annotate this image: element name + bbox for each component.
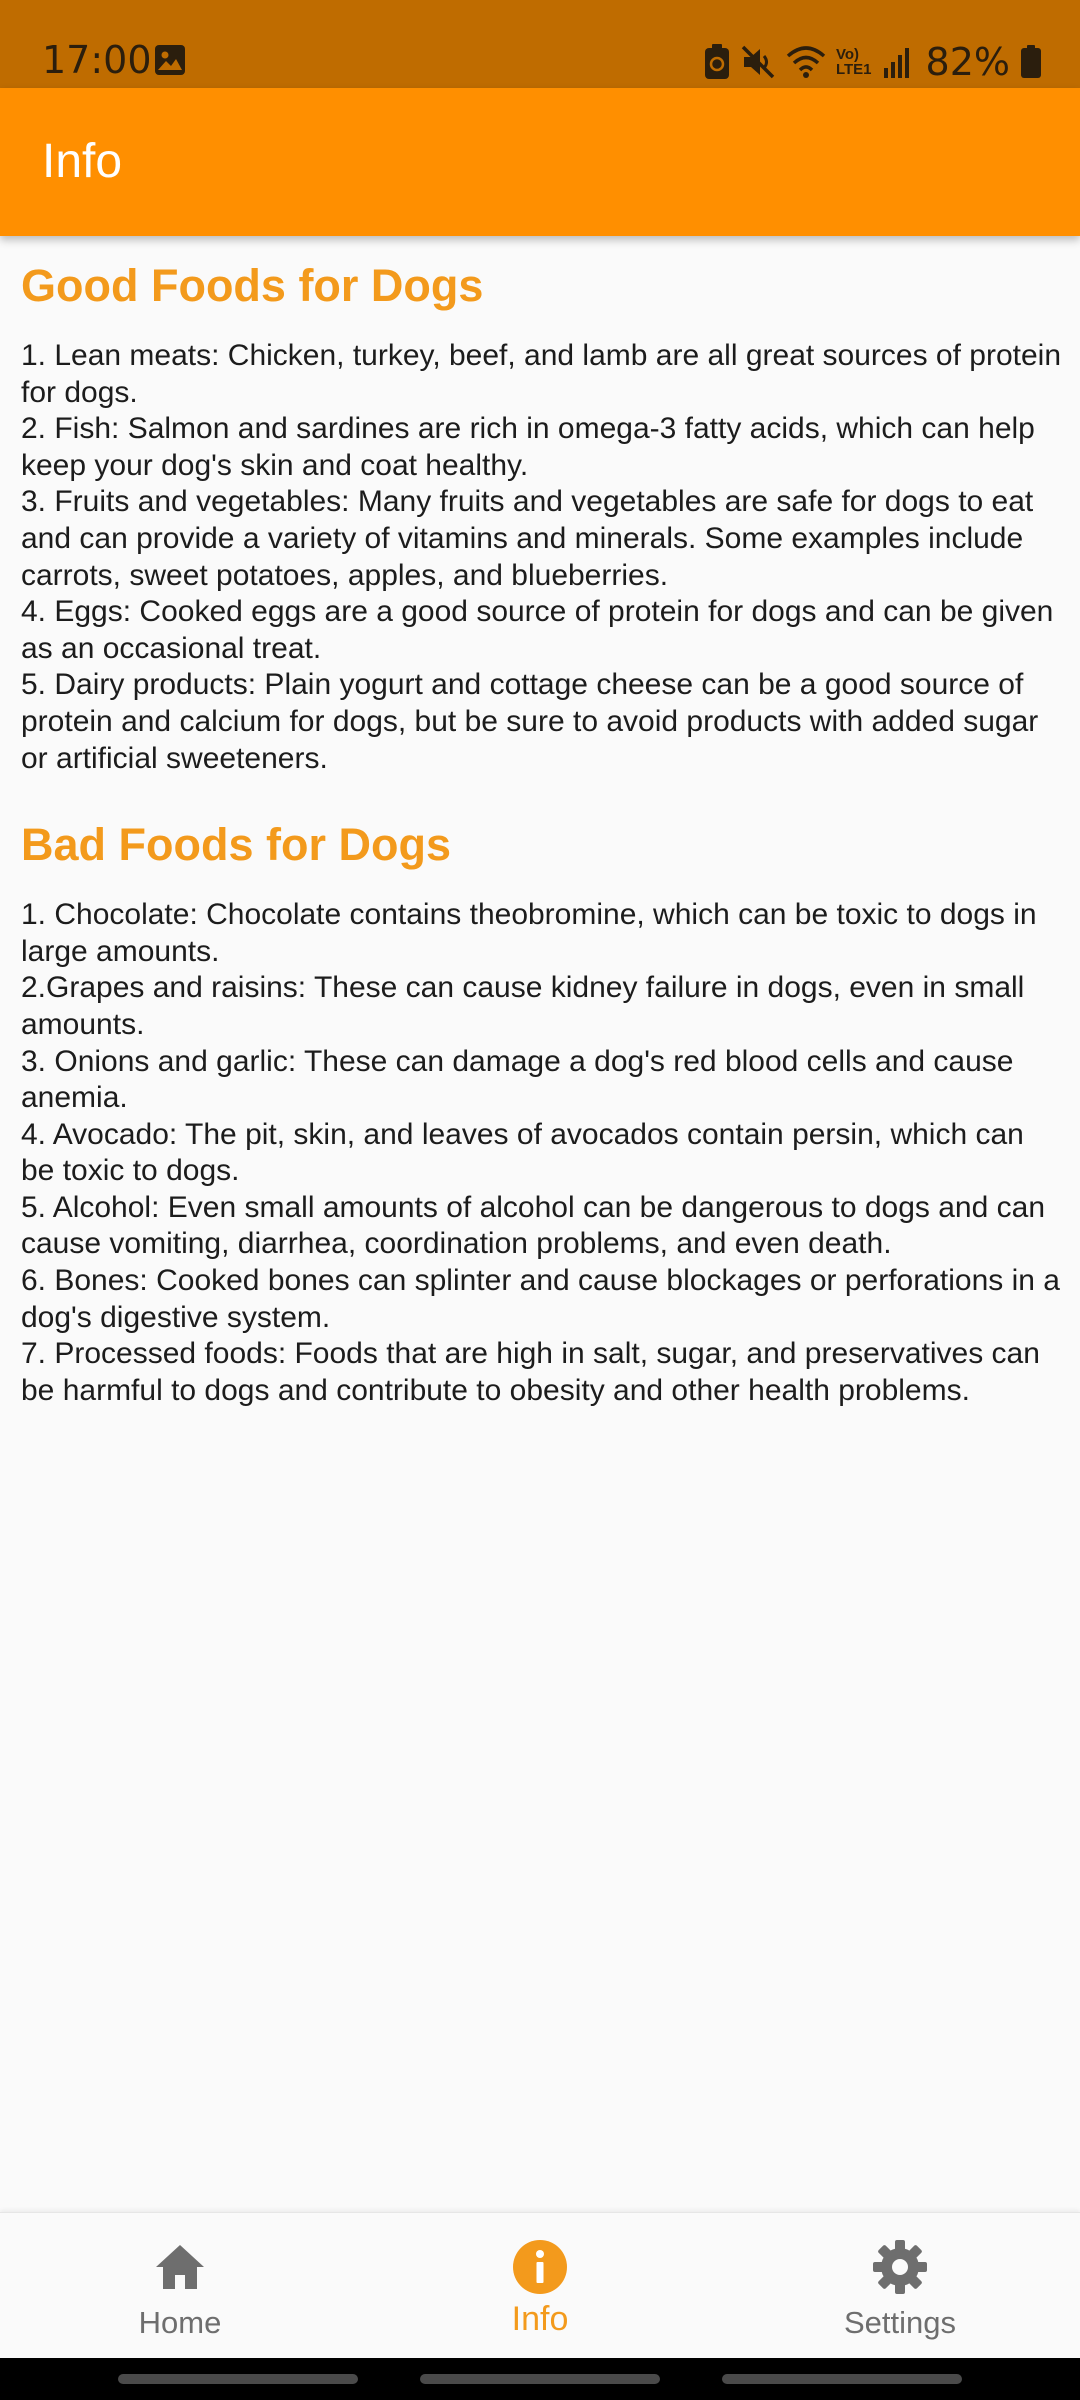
app-bar: Info (0, 88, 1080, 236)
good-food-item: 1. Lean meats: Chicken, turkey, beef, an… (21, 339, 1062, 409)
bad-food-item: 2.Grapes and raisins: These can cause ki… (21, 971, 1025, 1041)
info-icon (510, 2237, 570, 2297)
battery-saver-icon (704, 44, 730, 80)
nav-item-info[interactable]: Info (360, 2213, 720, 2359)
nav-label-info: Info (511, 2300, 569, 2338)
good-food-item: 4. Eggs: Cooked eggs are a good source o… (21, 595, 1054, 665)
gear-icon (870, 2237, 930, 2297)
battery-percent: 82% (925, 40, 1010, 84)
status-time: 17:00 (42, 38, 152, 82)
gallery-icon (154, 44, 186, 76)
bad-food-item: 4. Avocado: The pit, skin, and leaves of… (21, 1117, 1024, 1188)
gesture-handle-right[interactable] (722, 2374, 962, 2384)
home-icon (150, 2237, 210, 2297)
nav-label-home: Home (138, 2305, 222, 2340)
volte-icon: Vo) LTE1 (836, 47, 872, 77)
info-content: Good Foods for Dogs 1. Lean meats: Chick… (21, 236, 1061, 1409)
bad-food-item: 3. Onions and garlic: These can damage a… (21, 1044, 1014, 1115)
good-foods-title: Good Foods for Dogs (21, 260, 484, 311)
good-food-item: 2. Fish: Salmon and sardines are rich in… (21, 412, 1035, 482)
bad-food-item: 1. Chocolate: Chocolate contains theobro… (21, 898, 1037, 968)
nav-label-settings: Settings (843, 2305, 956, 2340)
battery-icon (1020, 45, 1042, 79)
good-food-item: 5. Dairy products: Plain yogurt and cott… (21, 668, 1039, 775)
good-food-item: 3. Fruits and vegetables: Many fruits an… (21, 485, 1034, 592)
status-bar: 17:00 Vo) LTE1 82% (0, 0, 1080, 88)
nav-item-settings[interactable]: Settings (720, 2213, 1080, 2359)
lte-label: LTE1 (835, 61, 872, 78)
bad-food-item: 6. Bones: Cooked bones can splinter and … (21, 1264, 1060, 1334)
bad-food-item: 7. Processed foods: Foods that are high … (21, 1337, 1040, 1407)
system-gesture-bar (0, 2358, 1080, 2400)
bad-foods-list: 1. Chocolate: Chocolate contains theobro… (21, 897, 1061, 1409)
bottom-navigation: Home Info Settings (0, 2212, 1080, 2359)
bad-foods-title: Bad Foods for Dogs (21, 819, 451, 871)
gesture-handle-center[interactable] (420, 2374, 660, 2384)
status-icons: Vo) LTE1 82% (704, 38, 1042, 86)
bad-food-item: 5. Alcohol: Even small amounts of alcoho… (21, 1190, 1045, 1261)
volte-label: Vo) (835, 46, 860, 63)
wifi-icon (786, 45, 826, 79)
gesture-handle-left[interactable] (118, 2374, 358, 2384)
good-foods-list: 1. Lean meats: Chicken, turkey, beef, an… (21, 338, 1061, 777)
signal-icon (882, 46, 912, 78)
page-title: Info (42, 135, 123, 188)
mute-icon (740, 44, 776, 80)
nav-item-home[interactable]: Home (0, 2213, 360, 2359)
